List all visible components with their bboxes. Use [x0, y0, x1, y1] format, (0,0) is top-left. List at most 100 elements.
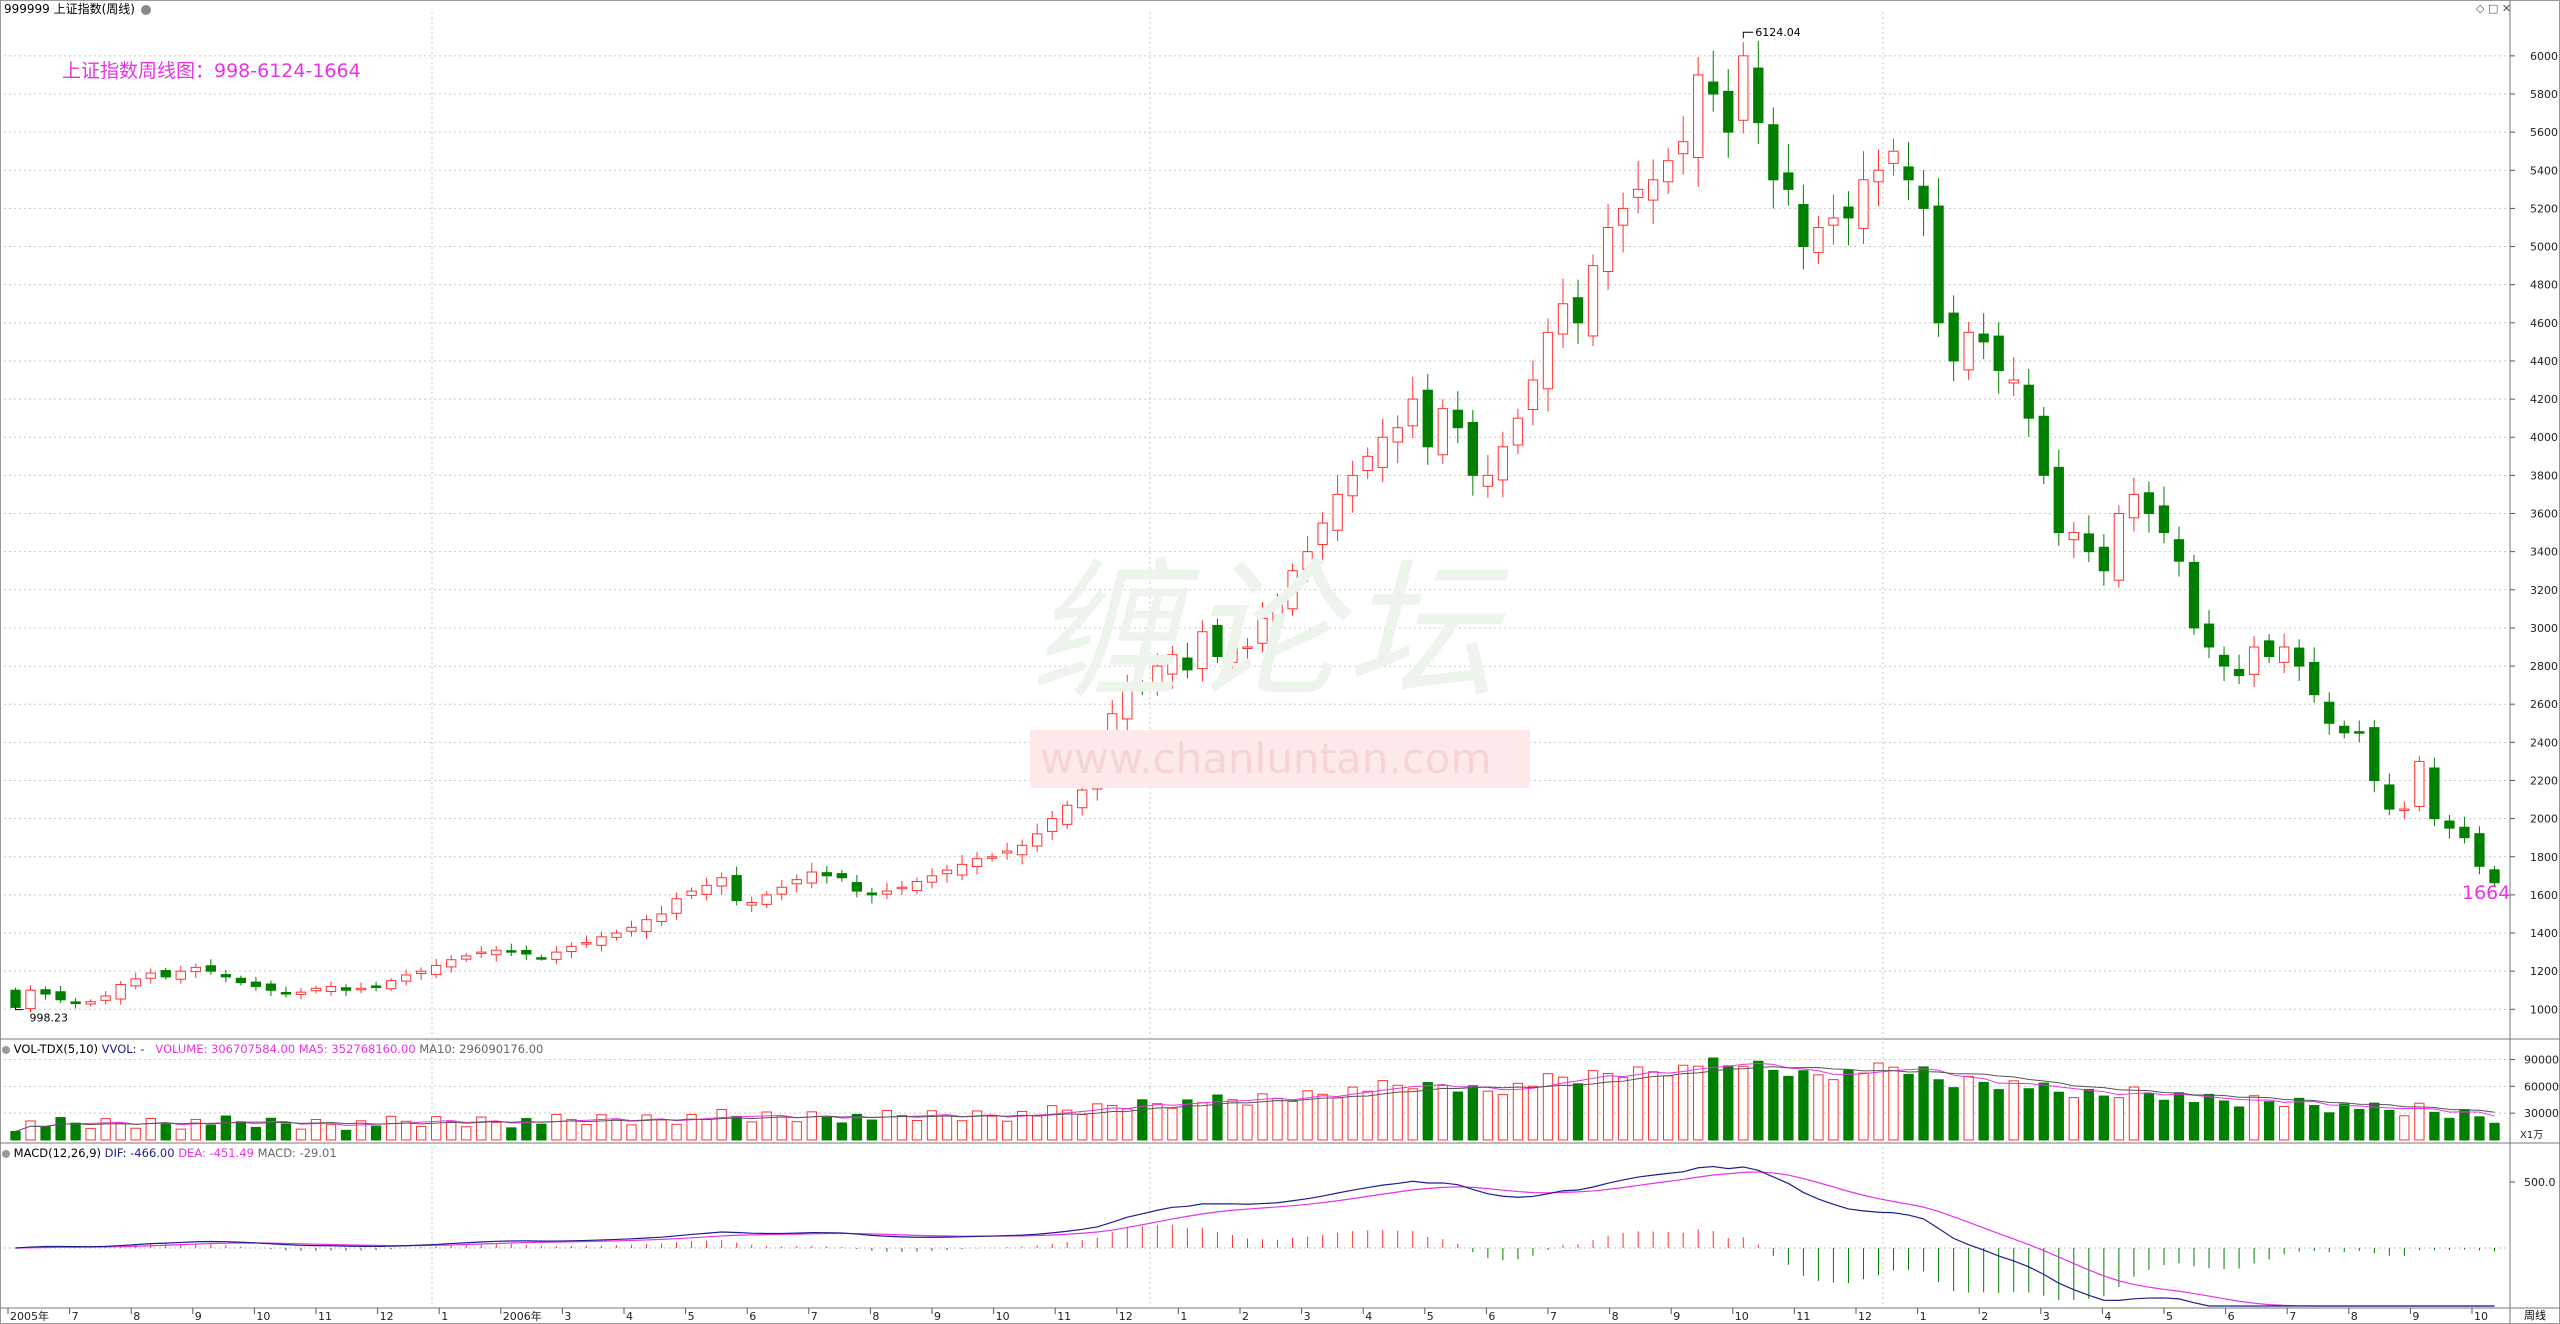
candle-down [2309, 661, 2320, 696]
candle-up [190, 966, 201, 973]
time-tick-label: 10 [1735, 1310, 1749, 1323]
volume-bar [1107, 1104, 1118, 1141]
high-label: 6124.04 [1755, 26, 1801, 39]
volume-bar [1918, 1066, 1929, 1141]
volume-bar [130, 1127, 141, 1141]
volume-bar [896, 1115, 908, 1141]
candle-up [1557, 303, 1569, 335]
volume-bar [821, 1116, 832, 1141]
volume-bar [1122, 1108, 1133, 1141]
volume-bar [956, 1120, 968, 1141]
volume-bar [1317, 1093, 1328, 1141]
candle-up [1587, 265, 1599, 337]
volume-bar [1647, 1071, 1659, 1141]
volume-bar [220, 1115, 232, 1141]
candle-up [761, 894, 772, 905]
time-tick-label: 9 [2412, 1310, 2419, 1323]
volume-bar [2233, 1106, 2245, 1141]
time-tick-label: 11 [1057, 1310, 1071, 1323]
high-marker [1742, 31, 1754, 39]
volume-bar [1948, 1087, 1959, 1141]
time-tick-label: 9 [1673, 1310, 1680, 1323]
candle-down [2038, 415, 2049, 476]
period-label[interactable]: 周线 [2524, 1309, 2546, 1323]
volume-bar [1873, 1062, 1884, 1141]
candle-down [2143, 492, 2155, 515]
candle-up [791, 879, 802, 885]
volume-bar [1167, 1107, 1178, 1141]
candle-down [205, 965, 216, 972]
volume-bar [686, 1113, 697, 1141]
time-tick-label: 11 [1796, 1310, 1810, 1323]
time-tick-label: 2006年 [503, 1309, 542, 1323]
volume-bar [2309, 1105, 2320, 1141]
candle-down [1723, 90, 1734, 133]
volume-bar [1783, 1075, 1794, 1141]
volume-bar [536, 1123, 547, 1141]
volume-bar [1557, 1076, 1569, 1141]
volume-bar [325, 1124, 337, 1141]
candle-up [1497, 446, 1509, 481]
diamond-icon[interactable]: ◇ [2476, 2, 2484, 15]
candle-up [1632, 188, 1644, 198]
close-icon[interactable]: ✕ [2502, 2, 2511, 15]
vol-indicator-name[interactable]: VOL-TDX(5,10) [14, 1042, 98, 1056]
candle-up [1963, 331, 1974, 371]
time-tick-label: 12 [1858, 1310, 1872, 1323]
candle-up [476, 951, 487, 955]
candle-up [551, 951, 562, 960]
candle-down [2203, 623, 2215, 648]
candle-down [536, 957, 547, 960]
restore-icon[interactable]: □ [2488, 2, 2498, 15]
time-tick-label: 8 [1612, 1310, 1619, 1323]
volume-bar [2294, 1097, 2305, 1141]
volume-bar [431, 1116, 442, 1141]
candle-up [596, 936, 607, 946]
volume-bar [1512, 1082, 1524, 1141]
candle-down [1978, 333, 1989, 343]
time-tick-label: 1 [441, 1310, 448, 1323]
volume-bar [25, 1120, 36, 1141]
candle-down [506, 950, 517, 953]
candle-up [986, 856, 998, 859]
vol-panel-collapse-icon[interactable] [2, 1045, 10, 1054]
candle-down [55, 991, 66, 1001]
volume-bar [1227, 1099, 1238, 1141]
candle-up [1813, 226, 1824, 254]
candle-up [956, 863, 968, 876]
macd-panel-collapse-icon[interactable] [2, 1149, 10, 1158]
volume-bar [656, 1119, 667, 1141]
candle-up [656, 913, 667, 922]
candle-up [1602, 226, 1614, 273]
volume-bar [941, 1115, 953, 1141]
macd-indicator-name[interactable]: MACD(12,26,9) [14, 1146, 101, 1160]
candle-down [2173, 539, 2185, 562]
time-tick-label: 4 [2104, 1310, 2111, 1323]
candle-up [1542, 331, 1554, 390]
candle-up [641, 919, 652, 932]
time-tick-label: 7 [2289, 1310, 2296, 1323]
volume-bar [1753, 1060, 1764, 1141]
volume-bar [1663, 1075, 1674, 1141]
volume-bar [2444, 1117, 2455, 1141]
price-tick-label: 2800 [2530, 660, 2558, 673]
settings-icon[interactable] [140, 4, 151, 15]
candle-up [806, 871, 817, 884]
time-tick-label: 6 [2228, 1310, 2235, 1323]
price-tick-label: 1000 [2530, 1003, 2558, 1016]
price-tick-label: 5400 [2530, 164, 2558, 177]
volume-bar [1617, 1077, 1629, 1141]
volume-bar [1197, 1102, 1208, 1141]
ma10-value: MA10: 296090176.00 [419, 1042, 544, 1056]
candle-down [2294, 647, 2305, 667]
price-tick-label: 5600 [2530, 126, 2558, 139]
macd-dea-line [15, 1171, 2495, 1307]
candle-up [1347, 474, 1358, 497]
candle-up [1738, 55, 1749, 121]
volume-bar [385, 1115, 397, 1141]
volume-bar [1993, 1089, 2004, 1141]
time-tick-label: 7 [1550, 1310, 1557, 1323]
window-controls: ◇ □ ✕ [2476, 1, 2511, 17]
candle-down [1768, 124, 1779, 181]
candle-down [1798, 204, 1809, 248]
